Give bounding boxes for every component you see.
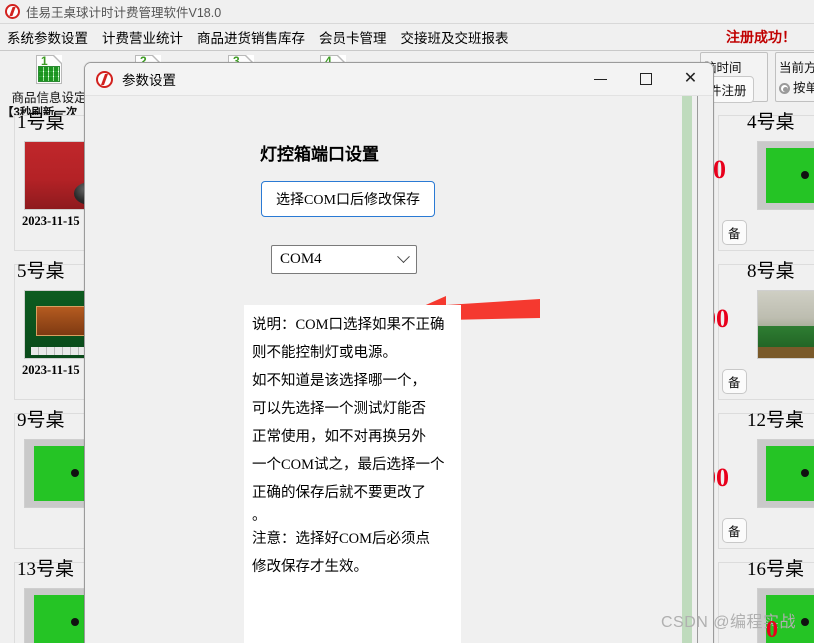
main-window-titlebar: 佳易王桌球计时计费管理软件V18.0 — [0, 0, 814, 24]
table-card[interactable]: 4号桌 备 — [718, 112, 814, 251]
app-logo-icon — [5, 4, 20, 19]
main-menubar: 系统参数设置 计费营业统计 商品进货销售库存 会员卡管理 交接班及交班报表 — [0, 24, 814, 50]
table-amount: 0 — [713, 155, 726, 184]
maximize-button[interactable] — [623, 63, 668, 95]
dialog-window-controls: ✕ — [578, 63, 713, 95]
current-mode-label: 当前方 — [779, 61, 814, 75]
table-card[interactable]: 8号桌 备 — [718, 261, 814, 400]
registration-status: 注册成功！ — [726, 29, 796, 45]
dialog-titlebar[interactable]: 参数设置 ✕ — [85, 63, 713, 96]
table-photo — [757, 439, 814, 508]
table-name: 13号桌 — [17, 559, 75, 580]
description-line: 修改保存才生效。 — [252, 559, 368, 575]
description-line: 。 — [252, 508, 267, 524]
description-line: 则不能控制灯或电源。 — [252, 345, 397, 361]
table-date: 2023-11-15 — [22, 214, 80, 228]
main-window-title: 佳易王桌球计时计费管理软件V18.0 — [26, 6, 222, 20]
mode-radio-option[interactable]: 按单 — [779, 77, 814, 97]
table-photo — [757, 290, 814, 359]
menu-item-member-card[interactable]: 会员卡管理 — [312, 27, 394, 47]
parameter-settings-dialog: 参数设置 ✕ 灯控箱端口设置 选择COM口后修改保存 COM4 说明：COM口选… — [84, 62, 714, 643]
spreadsheet-icon: 1 — [32, 54, 66, 86]
minimize-button[interactable] — [578, 63, 623, 95]
menu-item-goods-inventory[interactable]: 商品进货销售库存 — [190, 27, 312, 47]
table-name: 5号桌 — [17, 261, 65, 282]
description-line: 如不知道是该选择哪一个， — [252, 373, 426, 389]
dialog-heading: 灯控箱端口设置 — [260, 145, 379, 164]
mode-radio-label: 按单 — [793, 81, 814, 95]
table-name: 1号桌 — [17, 112, 65, 133]
description-line: 正常使用，如不对再换另外 — [252, 429, 426, 445]
com-port-select[interactable]: COM4 — [271, 245, 417, 274]
green-accent-strip — [682, 96, 692, 643]
toolbar-item-goods-info[interactable]: 1 商品信息设定 — [6, 54, 92, 106]
table-name: 8号桌 — [747, 261, 795, 282]
close-button[interactable]: ✕ — [668, 63, 713, 95]
description-line: 注意：选择好COM后必须点 — [252, 531, 431, 547]
table-reserve-button[interactable]: 备 — [722, 518, 747, 543]
maximize-icon — [639, 73, 652, 85]
radio-icon — [779, 83, 790, 94]
app-logo-icon — [96, 70, 113, 88]
save-com-port-button[interactable]: 选择COM口后修改保存 — [261, 181, 435, 217]
dialog-title: 参数设置 — [122, 73, 176, 88]
dialog-right-edge — [697, 96, 698, 643]
table-photo — [757, 141, 814, 210]
dialog-body: 灯控箱端口设置 选择COM口后修改保存 COM4 说明：COM口选择如果不正确 … — [85, 96, 713, 643]
table-reserve-button[interactable]: 备 — [722, 220, 747, 245]
minimize-icon — [594, 78, 607, 80]
table-name: 16号桌 — [747, 559, 805, 580]
table-name: 4号桌 — [747, 112, 795, 133]
toolbar-icon-number: 1 — [41, 54, 48, 68]
table-amount: 0 — [766, 617, 778, 643]
menu-item-billing-stats[interactable]: 计费营业统计 — [95, 27, 190, 47]
table-reserve-button[interactable]: 备 — [722, 369, 747, 394]
com-port-description-panel: 说明：COM口选择如果不正确 则不能控制灯或电源。 如不知道是该选择哪一个， 可… — [244, 305, 461, 643]
chevron-down-icon — [397, 250, 410, 264]
table-name: 12号桌 — [747, 410, 805, 431]
table-date: 2023-11-15 — [22, 363, 80, 377]
description-line: 正确的保存后就不要更改了 — [252, 485, 426, 501]
table-name: 9号桌 — [17, 410, 65, 431]
description-line: 可以先选择一个测试灯能否 — [252, 401, 426, 417]
screen-root: 佳易王桌球计时计费管理软件V18.0 系统参数设置 计费营业统计 商品进货销售库… — [0, 0, 814, 643]
table-card[interactable]: 12号桌 备 — [718, 410, 814, 549]
menu-item-system-params[interactable]: 系统参数设置 — [0, 27, 95, 47]
com-port-value: COM4 — [280, 251, 322, 267]
description-line: 说明：COM口选择如果不正确 — [252, 317, 445, 333]
description-line: 一个COM试之，最后选择一个 — [252, 457, 445, 473]
close-icon: ✕ — [683, 70, 698, 87]
current-mode-group: 当前方 按单 — [775, 52, 814, 102]
menu-item-shift-report[interactable]: 交接班及交班报表 — [394, 27, 516, 47]
